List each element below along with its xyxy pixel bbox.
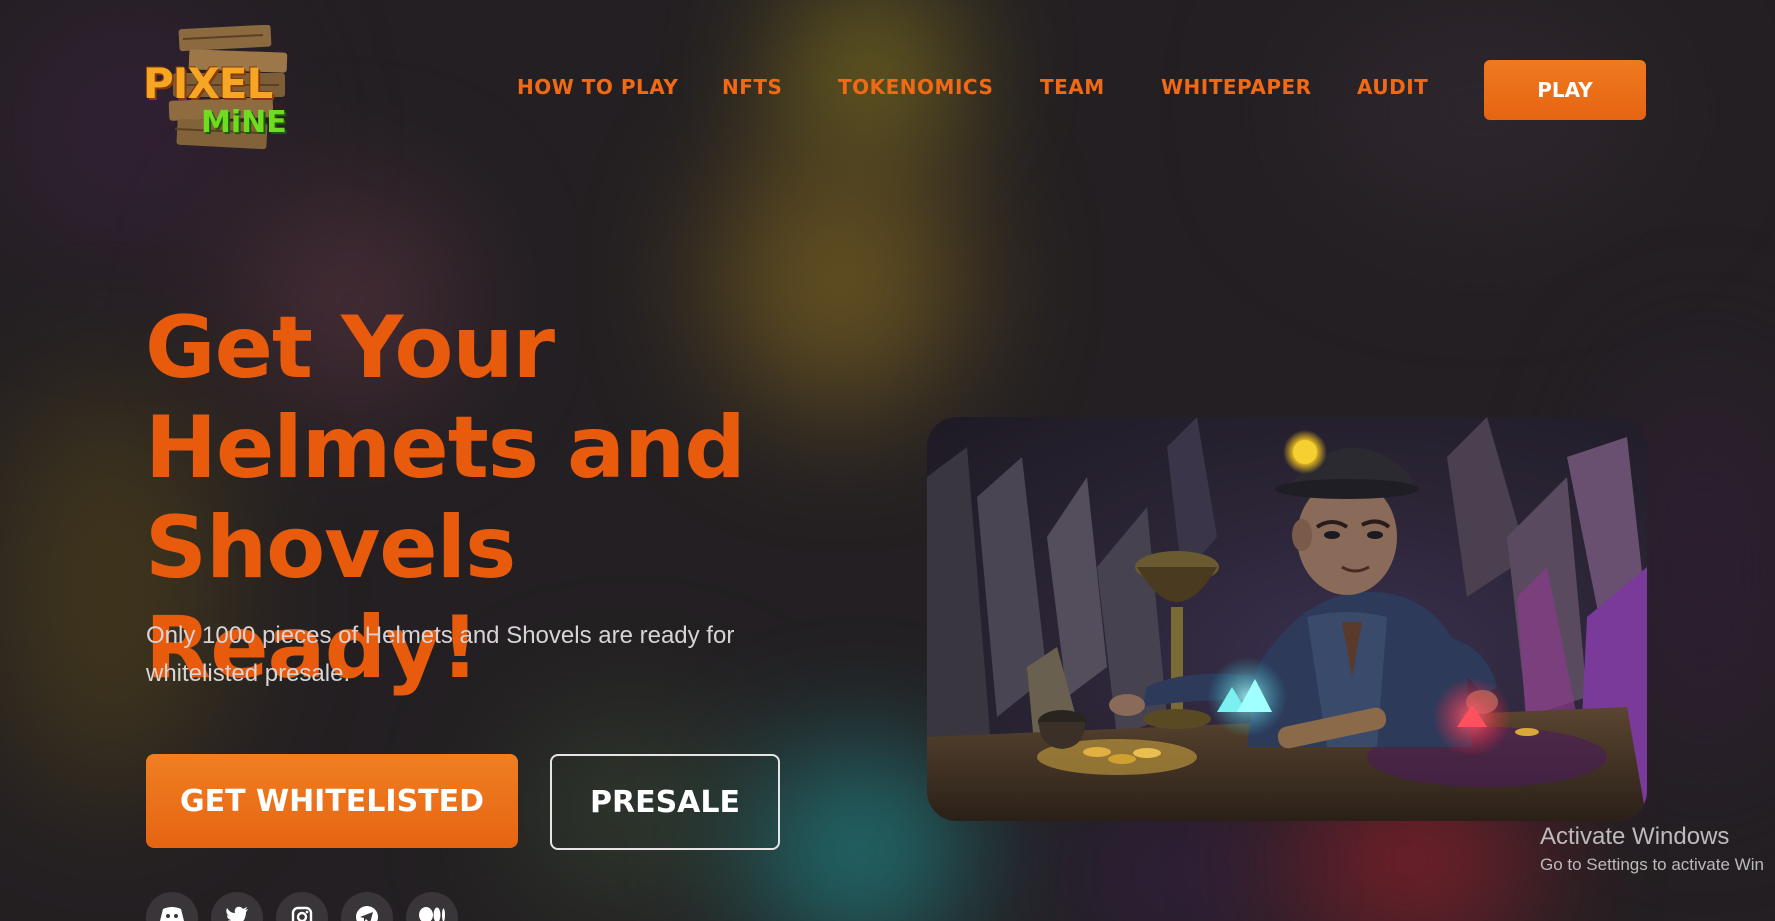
pixel-mine-logo[interactable]: PIXEL MiNE: [143, 24, 293, 153]
nav-how-to-play[interactable]: HOW TO PLAY: [517, 75, 678, 99]
activate-windows-watermark: Activate Windows Go to Settings to activ…: [1540, 823, 1764, 875]
hero-miner-image: [927, 417, 1647, 821]
hero-title-line-2: Helmets and: [145, 398, 746, 498]
nav-tokenomics[interactable]: TOKENOMICS: [838, 75, 993, 99]
watermark-title: Activate Windows: [1540, 823, 1730, 850]
get-whitelisted-button[interactable]: GET WHITELISTED: [146, 754, 518, 848]
hero-title-line-1: Get Your: [145, 298, 555, 398]
play-button[interactable]: PLAY: [1484, 60, 1646, 120]
nav-whitepaper[interactable]: WHITEPAPER: [1161, 75, 1312, 99]
presale-button[interactable]: PRESALE: [550, 754, 780, 850]
nav-nfts[interactable]: NFTS: [722, 75, 782, 99]
nav-team[interactable]: TEAM: [1040, 75, 1105, 99]
watermark-subtitle: Go to Settings to activate Win: [1540, 855, 1764, 874]
hero-subtitle: Only 1000 pieces of Helmets and Shovels …: [146, 622, 735, 687]
nav-audit[interactable]: AUDIT: [1357, 75, 1428, 99]
logo-text-mine: MiNE: [201, 105, 287, 140]
logo-text-pixel: PIXEL: [143, 59, 273, 108]
